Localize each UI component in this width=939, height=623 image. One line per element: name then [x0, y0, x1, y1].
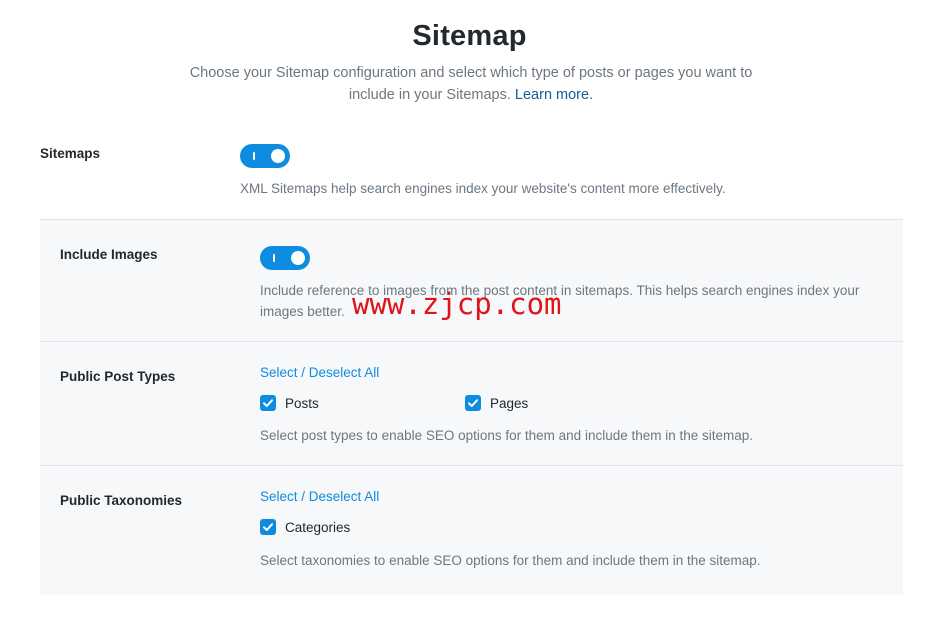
checkbox-label: Categories	[285, 519, 351, 535]
taxonomies-label: Public Taxonomies	[60, 493, 183, 508]
checkbox-checked-icon	[260, 395, 276, 411]
learn-more-link[interactable]: Learn more.	[515, 87, 593, 103]
post-type-checkbox-posts[interactable]: Posts	[260, 394, 319, 412]
post-type-checkbox-pages[interactable]: Pages	[465, 394, 528, 412]
post-types-row: Public Post Types Select / Deselect All …	[40, 341, 903, 466]
toggle-on-bar-icon	[253, 152, 255, 160]
taxonomies-description: Select taxonomies to enable SEO options …	[260, 553, 761, 568]
post-types-description: Select post types to enable SEO options …	[260, 428, 754, 443]
checkbox-label: Pages	[490, 395, 529, 411]
toggle-knob	[291, 251, 305, 265]
sitemaps-label: Sitemaps	[40, 146, 101, 161]
taxonomies-select-all-link[interactable]: Select / Deselect All	[260, 489, 379, 504]
sitemaps-row: Sitemaps XML Sitemaps help search engine…	[40, 130, 903, 219]
subtitle-text: Choose your Sitemap configuration and se…	[189, 65, 753, 103]
checkbox-label: Posts	[285, 395, 319, 411]
toggle-on-bar-icon	[273, 254, 275, 262]
post-types-select-all-link[interactable]: Select / Deselect All	[260, 365, 379, 380]
toggle-knob	[271, 149, 285, 163]
post-types-label: Public Post Types	[60, 369, 176, 384]
checkbox-checked-icon	[260, 519, 276, 535]
sitemaps-toggle[interactable]	[240, 144, 290, 168]
page-title: Sitemap	[412, 20, 527, 52]
include-images-row: Include Images Include reference to imag…	[40, 219, 903, 342]
page-subtitle: Choose your Sitemap configuration and se…	[170, 62, 772, 106]
include-images-toggle[interactable]	[260, 246, 310, 270]
sitemaps-description: XML Sitemaps help search engines index y…	[240, 181, 726, 196]
include-images-label: Include Images	[60, 247, 158, 262]
checkbox-checked-icon	[465, 395, 481, 411]
watermark-text: www.zjcp.com	[352, 287, 562, 321]
taxonomies-row: Public Taxonomies Select / Deselect All …	[40, 465, 903, 595]
taxonomy-checkbox-categories[interactable]: Categories	[260, 518, 350, 536]
